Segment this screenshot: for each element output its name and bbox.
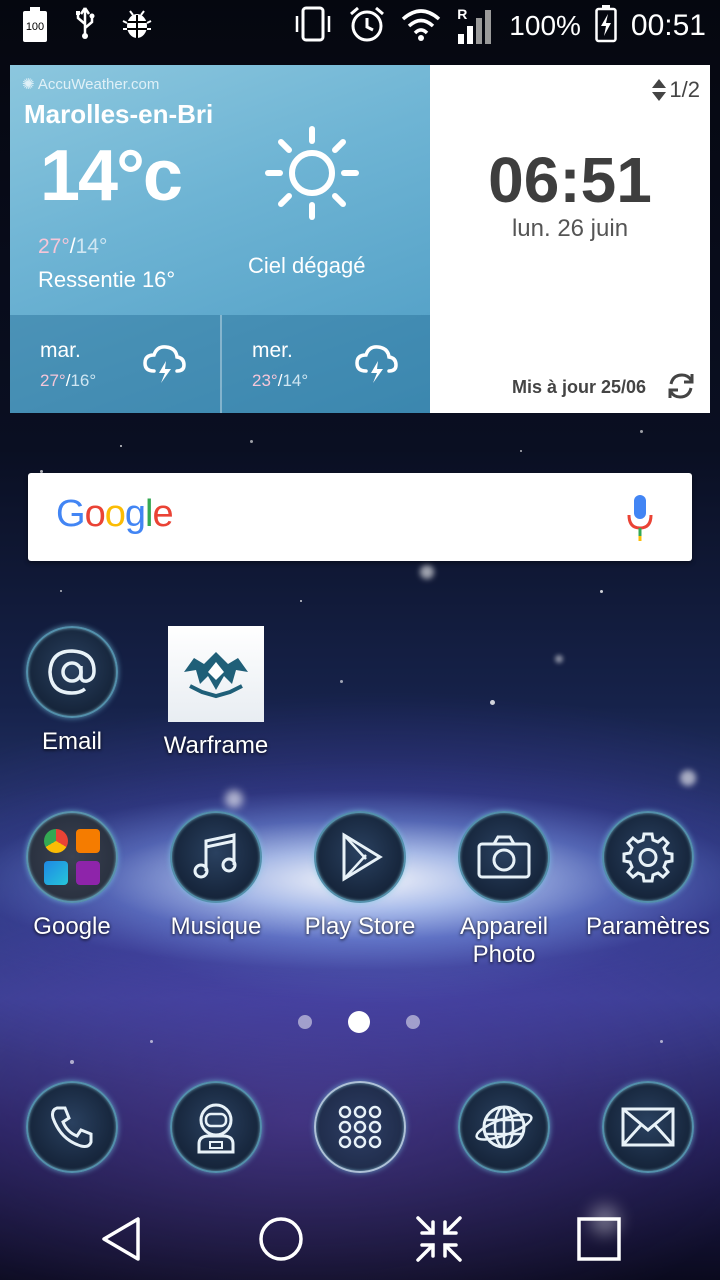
- clock-last-updated: Mis à jour 25/06: [512, 377, 647, 397]
- battery-level-text: 100: [25, 21, 45, 33]
- weather-widget[interactable]: ✺ AccuWeather.com Marolles-en-Brie 14°c …: [10, 65, 430, 413]
- weather-current-temp: 14°c: [40, 136, 183, 216]
- google-folder-icon: [26, 811, 118, 903]
- app-google-folder[interactable]: Google: [7, 811, 137, 941]
- app-camera[interactable]: Appareil Photo: [439, 811, 569, 969]
- page-dot[interactable]: [298, 1015, 312, 1029]
- google-logo-letter: e: [152, 493, 173, 535]
- sun-icon: [264, 125, 360, 221]
- play-music-icon: [76, 829, 100, 853]
- play-books-icon: [44, 861, 68, 885]
- app-label: Play Store: [304, 913, 416, 940]
- status-time: 00:51: [630, 9, 706, 42]
- storm-cloud-icon: [142, 341, 186, 385]
- weather-high-low: 27°/14°: [38, 235, 108, 258]
- refresh-icon[interactable]: [666, 371, 696, 401]
- home-icon[interactable]: [256, 1214, 306, 1264]
- app-play-store[interactable]: Play Store: [295, 811, 425, 941]
- signal-icon: R: [455, 6, 495, 46]
- forecast-day-name: mar.: [40, 339, 81, 362]
- battery-percent: 100%: [509, 10, 581, 41]
- app-label: Warframe: [163, 732, 269, 759]
- google-logo-letter: G: [56, 493, 86, 535]
- app-label: Paramètres: [585, 913, 711, 940]
- dock-app-drawer[interactable]: [295, 1081, 425, 1173]
- usb-icon: [74, 6, 96, 44]
- dock-mail[interactable]: [583, 1081, 713, 1173]
- weather-high: 27°: [38, 235, 70, 258]
- mail-icon: [602, 1081, 694, 1173]
- contacts-icon: [170, 1081, 262, 1173]
- chrome-icon: [44, 829, 68, 853]
- forecast-day-temp: 27°/16°: [40, 371, 97, 390]
- app-email[interactable]: Email: [7, 626, 137, 756]
- roaming-indicator: R: [457, 6, 468, 22]
- collapse-arrows-icon[interactable]: [414, 1214, 464, 1264]
- phone-icon: [26, 1081, 118, 1173]
- dock-browser[interactable]: [439, 1081, 569, 1173]
- storm-cloud-icon: [354, 341, 398, 385]
- status-bar: 100 R 100% 00:51: [0, 0, 720, 50]
- weather-low: 14°: [75, 235, 108, 258]
- google-logo-letter: o: [84, 493, 106, 535]
- google-logo: Google: [56, 493, 174, 536]
- google-logo-letter: g: [124, 493, 146, 535]
- microphone-icon[interactable]: [626, 495, 654, 541]
- vibrate-icon: [293, 4, 333, 48]
- wifi-icon: [401, 7, 441, 45]
- app-label: Email: [41, 728, 102, 755]
- dock-contacts[interactable]: [151, 1081, 281, 1173]
- charging-icon: [595, 5, 617, 47]
- camera-icon: [458, 811, 550, 903]
- app-warframe[interactable]: Warframe: [151, 626, 281, 760]
- at-icon: [26, 626, 118, 718]
- google-search-bar[interactable]: Google: [28, 473, 692, 561]
- recents-icon[interactable]: [574, 1214, 624, 1264]
- alarm-icon: [347, 4, 387, 48]
- gear-icon: [602, 811, 694, 903]
- app-label: Google: [33, 913, 111, 940]
- forecast-day-temp: 23°/14°: [252, 371, 309, 390]
- clock-time: 06:51: [488, 144, 652, 216]
- google-logo-letter: o: [104, 493, 126, 535]
- music-note-icon: [170, 811, 262, 903]
- browser-globe-icon: [458, 1081, 550, 1173]
- play-movies-icon: [76, 861, 100, 885]
- app-label: Musique: [170, 913, 262, 940]
- dock-phone[interactable]: [7, 1081, 137, 1173]
- warframe-logo-icon: [168, 626, 264, 722]
- clock-page-indicator: 1/2: [669, 77, 700, 102]
- clock-page-switch[interactable]: 1/2: [652, 77, 700, 103]
- debug-icon: [122, 7, 152, 43]
- weather-condition: Ciel dégagé: [248, 253, 366, 278]
- clock-date: lun. 26 juin: [511, 215, 629, 242]
- weather-forecast: mar. 27°/16° mer. 23°/14°: [10, 315, 430, 413]
- up-down-arrow-icon: [652, 79, 667, 101]
- sun-small-icon: ✺: [22, 76, 38, 93]
- page-indicator: [0, 1010, 720, 1034]
- weather-feels-like: Ressentie 16°: [38, 267, 176, 292]
- weather-brand: ✺ AccuWeather.com: [22, 76, 160, 93]
- forecast-day-name: mer.: [252, 339, 293, 362]
- clock-widget[interactable]: 1/2 06:51 lun. 26 juin Mis à jour 25/06: [430, 65, 710, 413]
- page-dot-active[interactable]: [348, 1011, 370, 1033]
- battery-icon: 100: [22, 7, 48, 43]
- back-icon[interactable]: [98, 1214, 148, 1264]
- weather-city: Marolles-en-Brie: [24, 99, 214, 129]
- forecast-day[interactable]: mar. 27°/16°: [10, 315, 220, 413]
- navigation-bar: [0, 1196, 720, 1280]
- app-drawer-icon: [314, 1081, 406, 1173]
- app-settings[interactable]: Paramètres: [583, 811, 713, 941]
- app-music[interactable]: Musique: [151, 811, 281, 941]
- forecast-day[interactable]: mer. 23°/14°: [220, 315, 430, 413]
- app-label: Appareil Photo: [459, 913, 549, 968]
- page-dot[interactable]: [406, 1015, 420, 1029]
- play-store-icon: [314, 811, 406, 903]
